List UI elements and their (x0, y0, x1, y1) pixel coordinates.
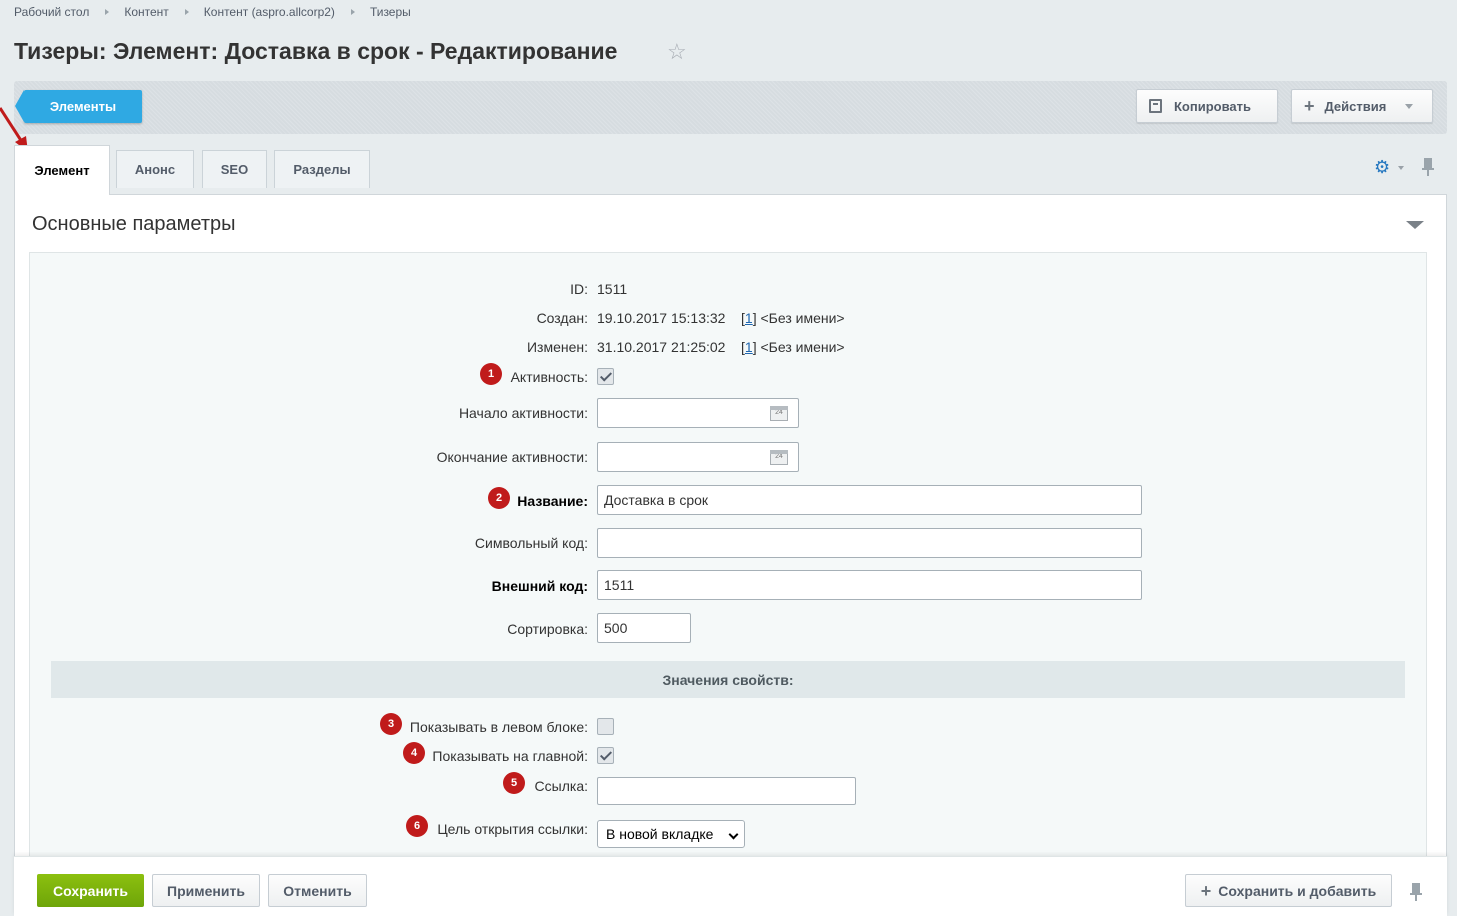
show-main-label: Показывать на главной: (432, 748, 588, 764)
tab-element[interactable]: Элемент (14, 145, 110, 195)
breadcrumb-item-desktop[interactable]: Рабочий стол (14, 5, 89, 19)
link-target-selected: В новой вкладке (606, 826, 714, 842)
tab-announce[interactable]: Анонс (116, 150, 194, 188)
elements-back-button[interactable]: Элементы (15, 90, 142, 123)
code-label: Символьный код: (474, 535, 588, 551)
save-and-add-button[interactable]: + Сохранить и добавить (1185, 874, 1392, 907)
active-to-label: Окончание активности: (436, 449, 588, 465)
name-label: Название: (517, 493, 588, 509)
copy-button-label: Копировать (1174, 98, 1252, 114)
edit-panel: Основные параметры ID: 1511 Создан: 19.1… (14, 194, 1447, 916)
xml-id-input[interactable]: 1511 (597, 570, 1142, 600)
created-date: 19.10.2017 15:13:32 (597, 310, 726, 326)
annotation-badge-6: 6 (406, 815, 428, 837)
footer-bar: Сохранить Применить Отменить + Сохранить… (14, 856, 1447, 916)
modified-user-link[interactable]: 1 (745, 339, 753, 355)
annotation-badge-4: 4 (403, 742, 425, 764)
copy-button[interactable]: Копировать (1136, 89, 1278, 123)
name-input[interactable]: Доставка в срок (597, 485, 1142, 515)
created-user-name: <Без имени> (760, 310, 845, 326)
plus-icon: + (1200, 880, 1212, 901)
annotation-badge-1: 1 (480, 363, 502, 385)
tab-sections[interactable]: Разделы (274, 150, 370, 188)
toolbar: Элементы Копировать + Действия (14, 81, 1447, 134)
calendar-icon[interactable]: 24 (770, 406, 788, 421)
breadcrumb-item-aspro[interactable]: Контент (aspro.allcorp2) (204, 5, 335, 19)
show-left-checkbox[interactable] (597, 718, 614, 735)
show-left-label: Показывать в левом блоке: (409, 719, 588, 735)
gear-chevron-down-icon[interactable] (1398, 166, 1404, 170)
active-to-input[interactable]: 24 (597, 442, 799, 472)
collapse-chevron-icon[interactable] (1406, 221, 1424, 229)
annotation-badge-3: 3 (380, 713, 402, 735)
link-target-select[interactable]: В новой вкладке (597, 820, 745, 848)
breadcrumb: Рабочий стол Контент Контент (aspro.allc… (14, 5, 411, 19)
save-button[interactable]: Сохранить (37, 874, 144, 907)
breadcrumb-separator-icon (350, 9, 355, 15)
pin-icon[interactable] (1410, 883, 1422, 901)
actions-button-label: Действия (1324, 98, 1387, 114)
apply-button[interactable]: Применить (152, 874, 260, 907)
annotation-badge-2: 2 (488, 487, 510, 509)
star-icon[interactable]: ☆ (667, 41, 687, 63)
form-area: ID: 1511 Создан: 19.10.2017 15:13:32 [1]… (29, 252, 1427, 916)
sort-input[interactable]: 500 (597, 613, 691, 643)
section-title: Основные параметры (32, 213, 236, 235)
page-title: Тизеры: Элемент: Доставка в срок - Редак… (14, 38, 618, 64)
breadcrumb-separator-icon (184, 9, 189, 15)
save-and-add-label: Сохранить и добавить (1218, 882, 1377, 899)
calendar-icon[interactable]: 24 (770, 450, 788, 465)
created-value: 19.10.2017 15:13:32 [1] <Без имени> (597, 310, 845, 326)
actions-button[interactable]: + Действия (1291, 89, 1433, 123)
breadcrumb-item-content[interactable]: Контент (124, 5, 168, 19)
xml-id-label: Внешний код: (491, 578, 588, 594)
id-label: ID: (570, 281, 588, 297)
link-target-label: Цель открытия ссылки: (437, 821, 588, 837)
copy-icon (1149, 99, 1162, 113)
link-input[interactable] (597, 777, 856, 805)
id-value: 1511 (597, 281, 628, 297)
modified-value: 31.10.2017 21:25:02 [1] <Без имени> (597, 339, 845, 355)
gear-icon[interactable]: ⚙ (1374, 158, 1390, 176)
modified-date: 31.10.2017 21:25:02 (597, 339, 726, 355)
code-input[interactable] (597, 528, 1142, 558)
modified-label: Изменен: (526, 339, 588, 355)
modified-user-name: <Без имени> (760, 339, 845, 355)
sort-label: Сортировка: (507, 621, 588, 637)
show-main-checkbox[interactable] (597, 747, 614, 764)
chevron-down-icon (728, 829, 739, 840)
plus-icon: + (1304, 96, 1315, 116)
pin-icon[interactable] (1422, 158, 1434, 176)
tab-seo[interactable]: SEO (202, 150, 267, 188)
properties-heading: Значения свойств: (51, 661, 1405, 698)
active-label: Активность: (510, 369, 588, 385)
cancel-button[interactable]: Отменить (268, 874, 367, 907)
breadcrumb-item-teasers[interactable]: Тизеры (370, 5, 411, 19)
breadcrumb-separator-icon (105, 9, 110, 15)
link-label: Ссылка: (534, 778, 588, 794)
active-from-input[interactable]: 24 (597, 398, 799, 428)
annotation-badge-5: 5 (503, 772, 525, 794)
created-label: Создан: (536, 310, 588, 326)
active-checkbox[interactable] (597, 368, 614, 385)
created-user-link[interactable]: 1 (745, 310, 753, 326)
chevron-down-icon (1405, 103, 1414, 109)
active-from-label: Начало активности: (458, 405, 588, 421)
